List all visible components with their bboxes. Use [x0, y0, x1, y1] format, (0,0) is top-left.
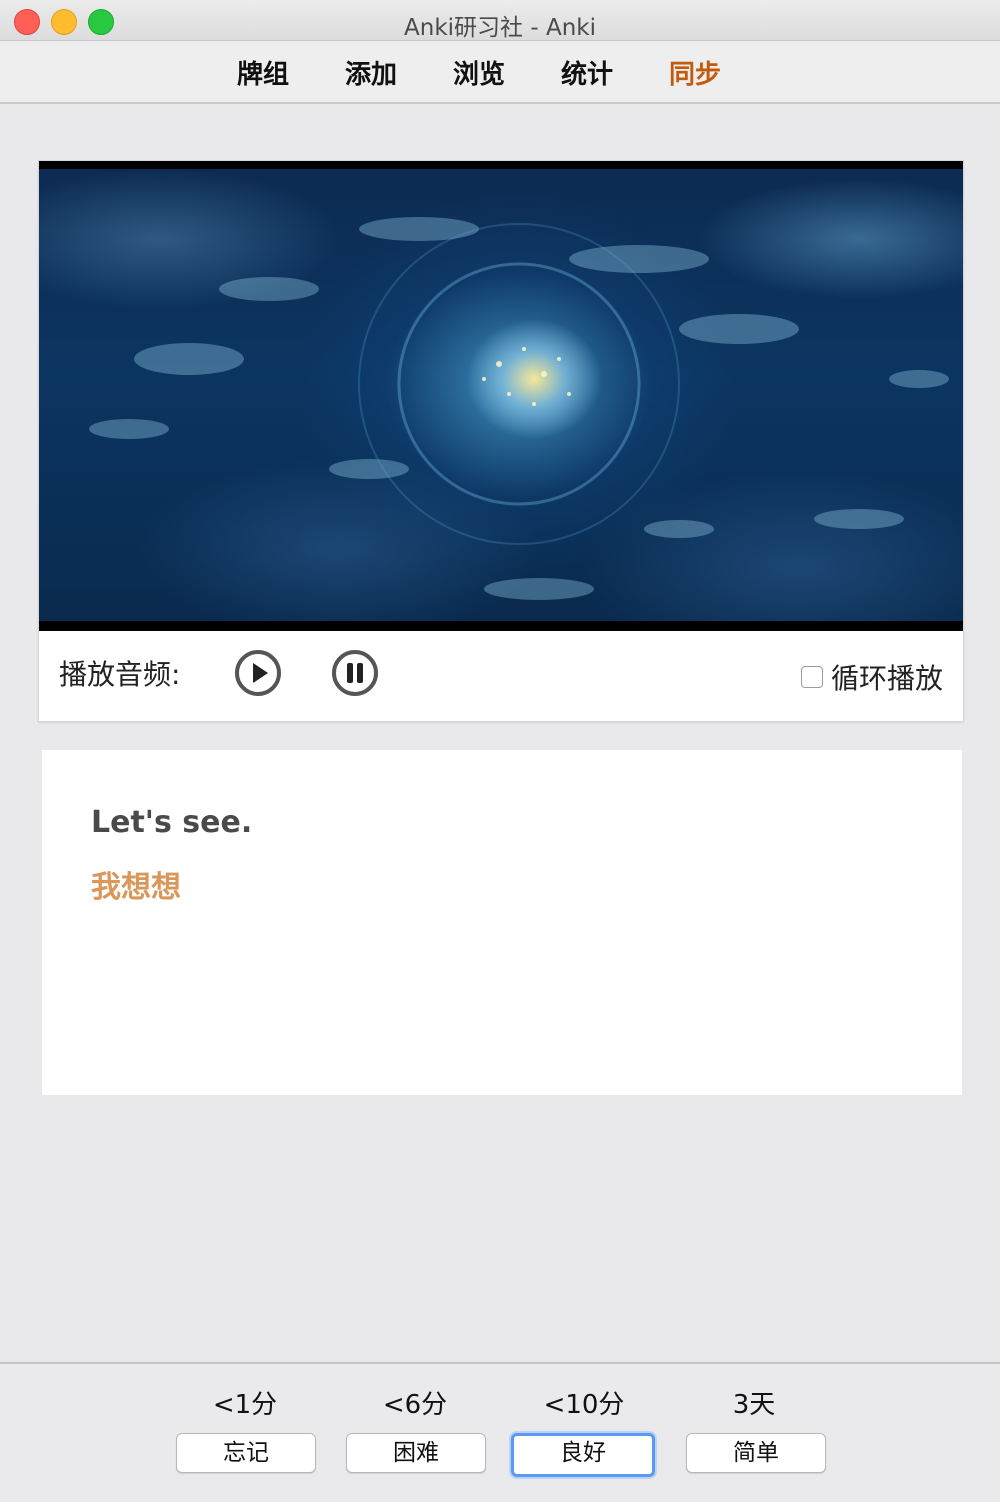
again-button[interactable]: 忘记 [176, 1433, 316, 1473]
card-answer: Let's see. 我想想 [42, 750, 962, 1095]
answer-bar: <1分 <6分 <10分 3天 忘记 困难 良好 简单 [0, 1362, 1000, 1502]
toolbar-sync[interactable]: 同步 [669, 54, 721, 91]
title-bar: Anki研习社 - Anki [0, 0, 1000, 41]
card-english-text: Let's see. [91, 805, 253, 840]
pause-circle-icon[interactable] [331, 649, 379, 697]
hard-button[interactable]: 困难 [346, 1433, 486, 1473]
loop-label: 循环播放 [830, 662, 943, 695]
toolbar-add[interactable]: 添加 [345, 54, 397, 91]
interval-hard: <6分 [382, 1390, 448, 1420]
toolbar-decks[interactable]: 牌组 [237, 54, 289, 91]
window-title: Anki研习社 - Anki [404, 15, 596, 41]
video-player[interactable] [39, 161, 963, 631]
loop-toggle[interactable]: 循环播放 [800, 657, 943, 697]
audio-controls: 播放音频: 循环播放 [39, 631, 963, 719]
card-chinese-text: 我想想 [91, 870, 181, 905]
interval-easy: 3天 [732, 1390, 776, 1420]
interval-again: <1分 [212, 1390, 278, 1420]
play-audio-label: 播放音频: [59, 658, 181, 691]
toolbar-browse[interactable]: 浏览 [453, 54, 505, 91]
loop-checkbox[interactable] [800, 666, 823, 688]
good-button[interactable]: 良好 [511, 1433, 655, 1477]
video-underwater-image [89, 217, 949, 600]
main-toolbar: 牌组 添加 浏览 统计 同步 [0, 41, 1000, 104]
play-circle-icon[interactable] [234, 649, 282, 697]
media-card: 播放音频: 循环播放 [38, 160, 964, 722]
toolbar-stats[interactable]: 统计 [561, 54, 613, 91]
easy-button[interactable]: 简单 [686, 1433, 826, 1473]
interval-good: <10分 [543, 1390, 625, 1420]
video-frame [39, 169, 963, 621]
